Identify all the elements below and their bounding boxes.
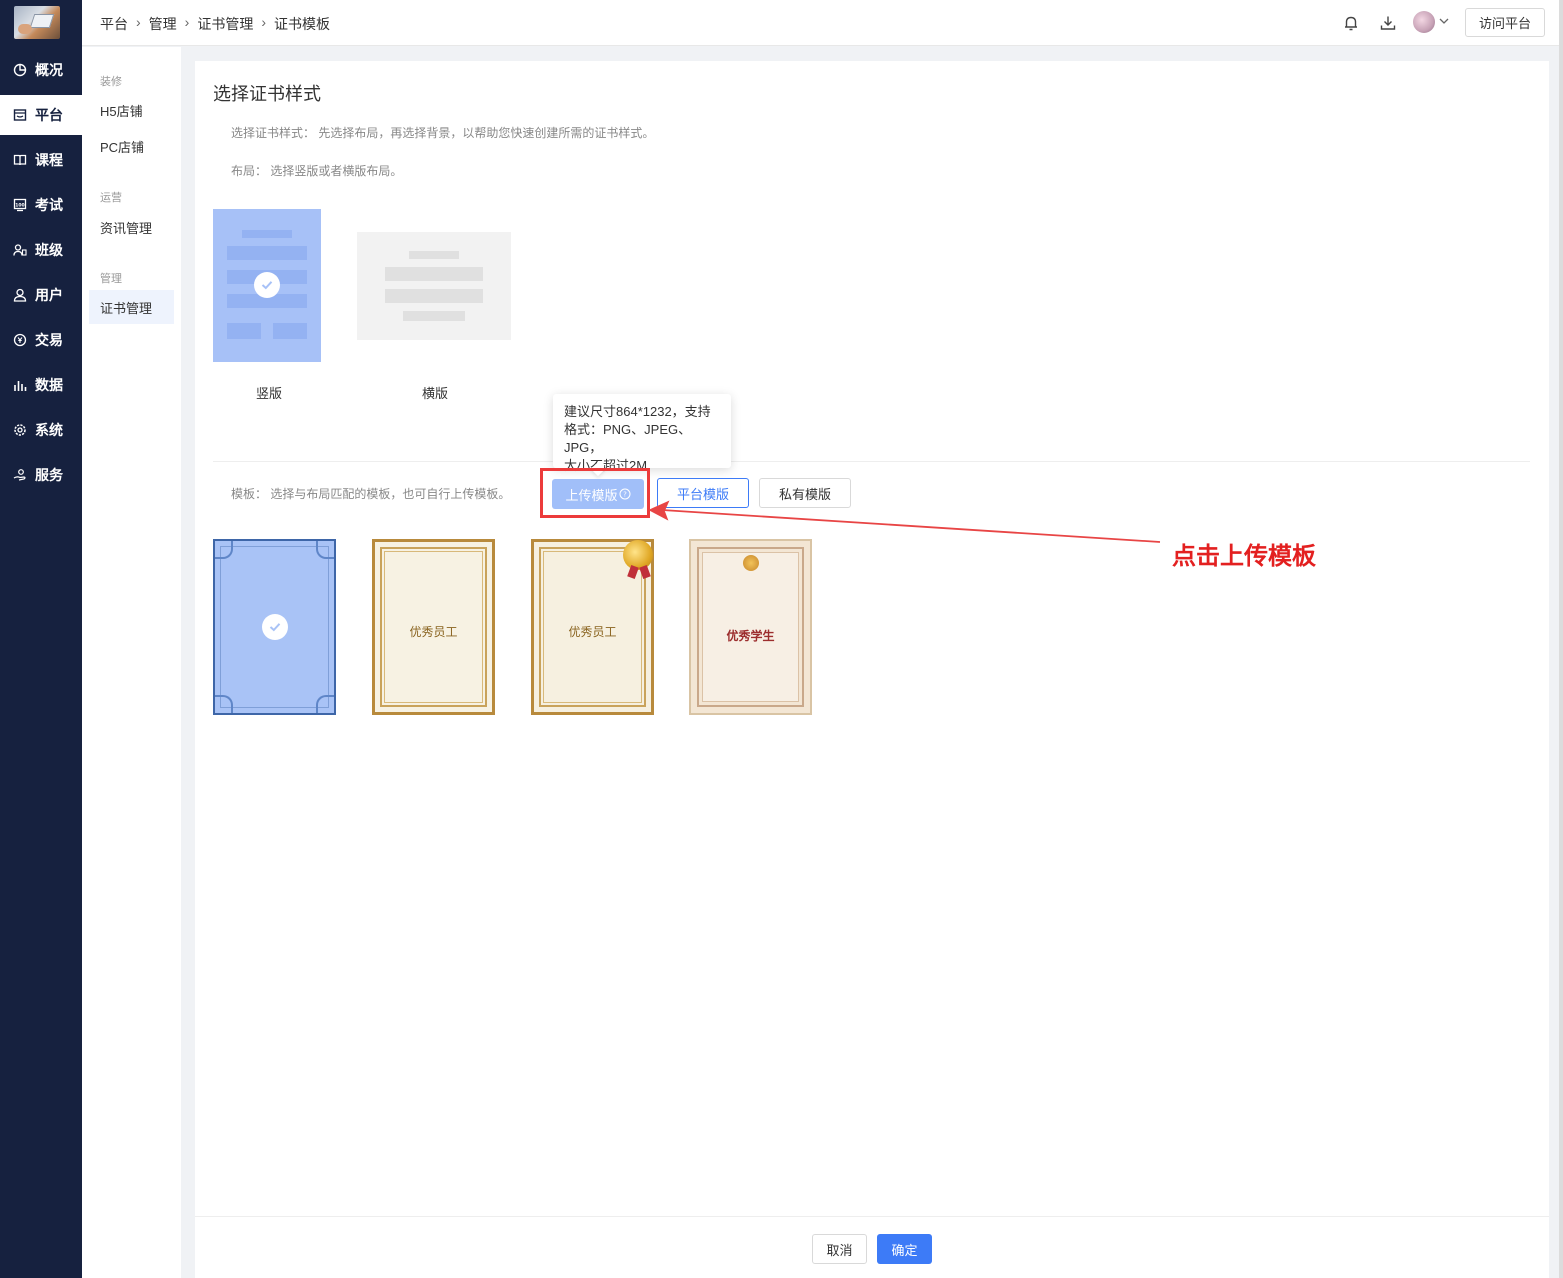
nav-label: 数据 [35,377,63,393]
class-group-icon [13,243,27,257]
user-icon [13,288,27,302]
storefront-icon [13,108,27,122]
nav-item-class[interactable]: 班级 [0,230,82,270]
nav-item-overview[interactable]: 概况 [0,50,82,90]
check-icon [254,272,280,298]
nav-label: 考试 [35,197,63,213]
footer-divider [195,1216,1549,1217]
certificate-style-panel: 选择证书样式 选择证书样式： 先选择布局，再选择背景，以帮助您快速创建所需的证书… [195,61,1549,1278]
chevron-right-icon: › [136,14,141,30]
page-title: 选择证书样式 [213,84,321,104]
certificate-title: 优秀学生 [726,629,775,643]
section-divider [213,461,1530,462]
subnav-group-title: 管理 [100,273,122,285]
check-icon [262,614,288,640]
brand-logo[interactable] [14,6,60,39]
platform-template-button[interactable]: 平台模版 [657,478,749,508]
subnav-item-pc-store[interactable]: PC店铺 [89,129,174,163]
top-header: 平台 › 管理 › 证书管理 › 证书模板 访问平台 [82,0,1563,46]
certificate-title: 优秀员工 [409,625,458,639]
yuan-exchange-icon [13,333,27,347]
subnav-item-certificate[interactable]: 证书管理 [89,290,174,324]
nav-label: 服务 [35,467,63,483]
template-blue-certificate[interactable] [213,539,336,715]
breadcrumb-item[interactable]: 平台 [100,14,128,34]
medal-icon [623,540,653,570]
breadcrumb: 平台 › 管理 › 证书管理 › 证书模板 [100,14,330,34]
upload-highlight-box [540,468,650,518]
main-sidebar: 概况 平台 课程 100 考试 班级 用户 交易 数据 系统 服务 [0,0,82,1278]
upload-size-tooltip: 建议尺寸864*1232，支持 格式：PNG、JPEG、JPG， 大小不超过2M [553,394,731,473]
nav-label: 系统 [35,422,63,438]
nav-label: 概况 [35,62,63,78]
nav-item-platform[interactable]: 平台 [0,95,82,135]
private-template-button[interactable]: 私有模版 [759,478,851,508]
layout-vertical-label: 竖版 [256,386,283,401]
template-ornate-student-certificate[interactable]: 优秀学生 [689,539,812,715]
template-gold-frame-certificate[interactable]: 优秀员工 [372,539,495,715]
pie-chart-icon [13,63,27,77]
nav-label: 用户 [35,287,63,303]
subnav-group-title: 装修 [100,76,122,88]
breadcrumb-item[interactable]: 管理 [149,14,177,34]
nav-item-trade[interactable]: 交易 [0,320,82,360]
ornament-icon [742,555,759,571]
layout-description: 布局： 选择竖版或者横版布局。 [231,164,403,178]
bar-chart-icon [13,378,27,392]
layout-horizontal-card[interactable] [357,232,511,340]
nav-item-user[interactable]: 用户 [0,275,82,315]
nav-label: 交易 [35,332,63,348]
svg-text:100: 100 [15,202,24,208]
nav-item-exam[interactable]: 100 考试 [0,185,82,225]
tooltip-line: 建议尺寸864*1232，支持 [564,404,711,419]
visit-platform-button[interactable]: 访问平台 [1465,8,1545,37]
nav-item-system[interactable]: 系统 [0,410,82,450]
breadcrumb-item[interactable]: 证书管理 [197,14,253,34]
subnav-group-title: 运营 [100,192,122,204]
layout-vertical-card[interactable] [213,209,321,362]
template-gold-medal-certificate[interactable]: 优秀员工 [531,539,654,715]
gear-icon [13,423,27,437]
secondary-sidebar: 装修 H5店铺 PC店铺 运营 资讯管理 管理 证书管理 [82,47,181,1278]
nav-item-course[interactable]: 课程 [0,140,82,180]
chevron-down-icon[interactable] [1438,15,1450,27]
subnav-item-news[interactable]: 资讯管理 [89,210,174,244]
service-hand-icon [13,468,27,482]
breadcrumb-current: 证书模板 [274,16,331,32]
annotation-text: 点击上传模板 [1172,541,1316,570]
nav-label: 课程 [35,152,63,168]
nav-label: 班级 [35,242,63,258]
template-description: 模板： 选择与布局匹配的模板，也可自行上传模板。 [231,487,511,501]
nav-label: 平台 [35,107,63,123]
confirm-button[interactable]: 确定 [877,1234,932,1264]
tooltip-line: 格式：PNG、JPEG、JPG， [564,422,692,455]
layout-horizontal-label: 横版 [422,386,449,401]
style-description: 选择证书样式： 先选择布局，再选择背景，以帮助您快速创建所需的证书样式。 [231,126,655,140]
chevron-right-icon: › [261,14,267,30]
chevron-right-icon: › [184,14,190,30]
certificate-title: 优秀员工 [568,625,617,639]
avatar[interactable] [1413,11,1435,33]
bell-icon[interactable] [1342,14,1360,32]
exam-score-icon: 100 [13,198,27,212]
nav-item-service[interactable]: 服务 [0,455,82,495]
book-icon [13,153,27,167]
download-icon[interactable] [1379,14,1397,32]
subnav-item-h5-store[interactable]: H5店铺 [89,93,174,127]
window-edge [1559,0,1563,1278]
nav-item-data[interactable]: 数据 [0,365,82,405]
cancel-button[interactable]: 取消 [812,1234,867,1264]
